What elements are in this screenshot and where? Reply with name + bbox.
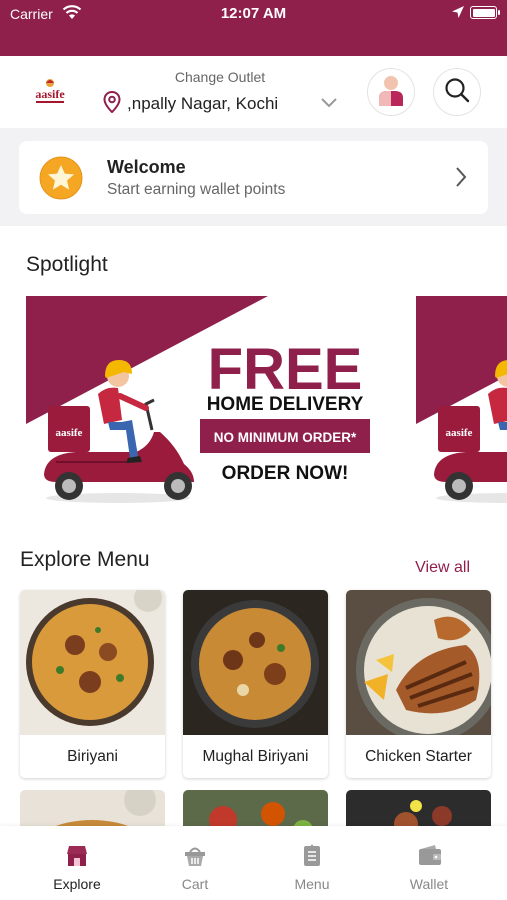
welcome-title: Welcome (107, 157, 186, 177)
menu-category-name: Biriyani (67, 748, 118, 765)
banner-headline: FREE (208, 337, 363, 402)
change-outlet-label[interactable]: Change Outlet (150, 69, 290, 85)
brand-logo[interactable]: aasife (28, 78, 72, 106)
tab-wallet[interactable]: Wallet (384, 826, 474, 900)
map-pin-icon (103, 90, 121, 118)
menu-book-icon (300, 844, 324, 873)
status-bar: Carrier 12:07 AM (0, 0, 507, 56)
spotlight-heading: Spotlight (26, 253, 108, 276)
welcome-card[interactable]: Welcome Start earning wallet points (19, 141, 488, 214)
spotlight-banner[interactable]: FREE HOME DELIVERY NO MINIMUM ORDER* ORD… (26, 296, 394, 506)
menu-category-name: Mughal Biriyani (202, 748, 309, 765)
logo-text: aasife (35, 87, 65, 101)
mughal-biriyani-image (183, 590, 328, 735)
clock: 12:07 AM (220, 5, 287, 22)
banner-cta: ORDER NOW! (222, 463, 349, 484)
store-icon (65, 844, 89, 873)
wallet-icon (417, 844, 443, 873)
view-all-link[interactable]: View all (415, 559, 470, 577)
tab-label: Cart (181, 876, 209, 892)
menu-category-card-partial[interactable] (20, 790, 165, 826)
tab-cart[interactable]: Cart (150, 826, 240, 900)
svg-text:aasife: aasife (56, 427, 83, 439)
basket-icon (183, 844, 207, 873)
search-button[interactable] (433, 68, 481, 116)
banner-subheadline: HOME DELIVERY (207, 394, 364, 415)
tab-menu[interactable]: Menu (267, 826, 357, 900)
outlet-name: npally Nagar, Kochi, (127, 94, 279, 113)
tab-label: Wallet (409, 876, 449, 892)
bottom-tab-bar: Explore Cart Menu Wallet (0, 826, 507, 900)
menu-category-card[interactable]: Chicken Starter (346, 590, 491, 778)
tab-explore[interactable]: Explore (32, 826, 122, 900)
outlet-selector[interactable]: npally Nagar, Kochi, (103, 90, 338, 118)
profile-button[interactable] (367, 68, 415, 116)
menu-category-card[interactable]: Mughal Biriyani (183, 590, 328, 778)
tab-label: Explore (53, 876, 101, 892)
app-header: aasife Change Outlet npally Nagar, Kochi… (0, 56, 507, 128)
chevron-right-icon (454, 165, 468, 194)
location-arrow-icon (451, 5, 465, 24)
search-icon (444, 77, 470, 108)
chicken-starter-image (346, 590, 491, 735)
tab-label: Menu (294, 876, 330, 892)
welcome-subtitle: Start earning wallet points (107, 181, 286, 198)
menu-category-card-partial[interactable] (346, 790, 491, 826)
battery-icon (470, 6, 500, 19)
chevron-down-icon (320, 95, 338, 113)
banner-tag: NO MINIMUM ORDER* (214, 430, 357, 445)
explore-menu-heading: Explore Menu (20, 548, 150, 571)
menu-category-card[interactable]: Biriyani (20, 590, 165, 778)
svg-text:aasife: aasife (446, 427, 473, 439)
user-avatar-icon (377, 74, 405, 111)
star-icon (39, 156, 83, 205)
main-content[interactable]: Spotlight FREE HOME DELIVERY NO MINIMUM … (0, 226, 507, 826)
biriyani-image (20, 590, 165, 735)
menu-category-card-partial[interactable] (183, 790, 328, 826)
spotlight-banner-next[interactable]: aasife (416, 296, 507, 506)
menu-category-name: Chicken Starter (365, 748, 472, 765)
